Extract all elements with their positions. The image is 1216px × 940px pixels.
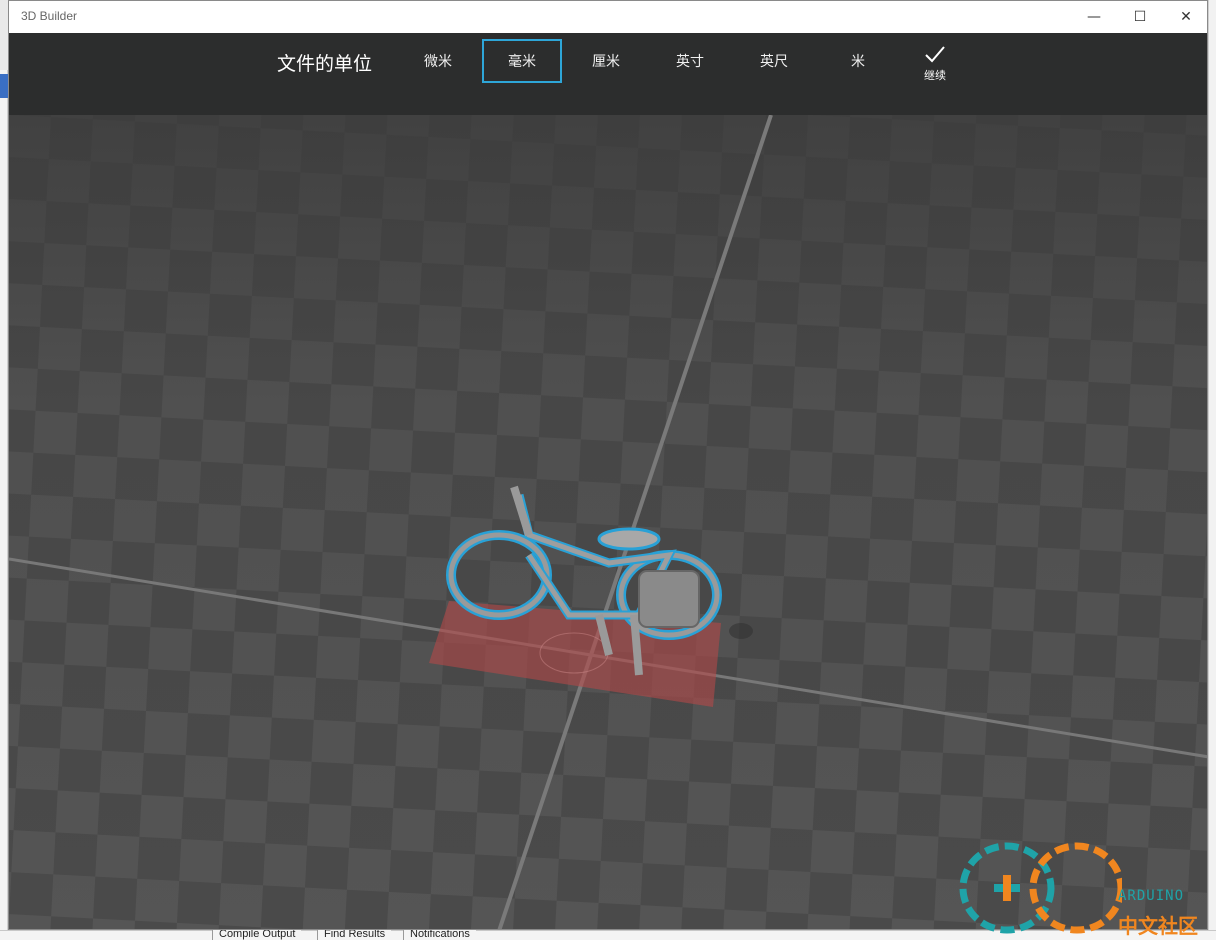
- scene-canvas: [9, 115, 1207, 929]
- continue-label: 继续: [924, 69, 946, 82]
- 3d-viewport[interactable]: [9, 115, 1207, 929]
- unit-option-label: 微米: [424, 54, 452, 70]
- units-toolbar: 文件的单位 微米 毫米 厘米 英寸 英尺 米 继续: [9, 33, 1207, 115]
- window-title: 3D Builder: [21, 9, 78, 23]
- unit-option-meter[interactable]: 米: [818, 39, 898, 83]
- floor-fog: [9, 115, 1207, 929]
- model-shadow: [729, 623, 753, 639]
- title-bar: 3D Builder — ☐ ✕: [9, 1, 1207, 33]
- unit-option-micrometer[interactable]: 微米: [398, 39, 478, 83]
- watermark-subtitle: 中文社区: [1118, 914, 1198, 938]
- unit-option-foot[interactable]: 英尺: [734, 39, 814, 83]
- unit-option-millimeter[interactable]: 毫米: [482, 39, 562, 83]
- maximize-button[interactable]: ☐: [1117, 1, 1163, 33]
- unit-option-label: 毫米: [508, 54, 536, 70]
- background-ide-right-strip: [1208, 0, 1216, 940]
- minimize-icon: —: [1087, 9, 1101, 25]
- unit-option-label: 英寸: [676, 54, 704, 70]
- unit-option-centimeter[interactable]: 厘米: [566, 39, 646, 83]
- watermark-brand: ARDUINO: [1118, 888, 1185, 904]
- units-heading: 文件的单位: [277, 53, 373, 75]
- builder-window: 3D Builder — ☐ ✕ 文件的单位 微米 毫米 厘米 英寸 英尺 米: [8, 0, 1208, 930]
- unit-option-label: 英尺: [760, 54, 788, 70]
- checkmark-icon: [925, 46, 945, 63]
- minimize-button[interactable]: —: [1071, 1, 1117, 33]
- infinity-logo-icon: [959, 842, 1125, 934]
- maximize-icon: ☐: [1133, 9, 1147, 25]
- unit-option-inch[interactable]: 英寸: [650, 39, 730, 83]
- background-ide-accent: [0, 74, 8, 98]
- close-button[interactable]: ✕: [1163, 1, 1207, 33]
- unit-option-label: 厘米: [592, 54, 620, 70]
- background-ide-left-strip: [0, 70, 8, 930]
- continue-button[interactable]: 继续: [915, 45, 955, 89]
- unit-option-label: 米: [851, 54, 865, 70]
- close-icon: ✕: [1180, 9, 1192, 25]
- arduino-cn-watermark: ARDUINO 中文社区: [952, 826, 1202, 938]
